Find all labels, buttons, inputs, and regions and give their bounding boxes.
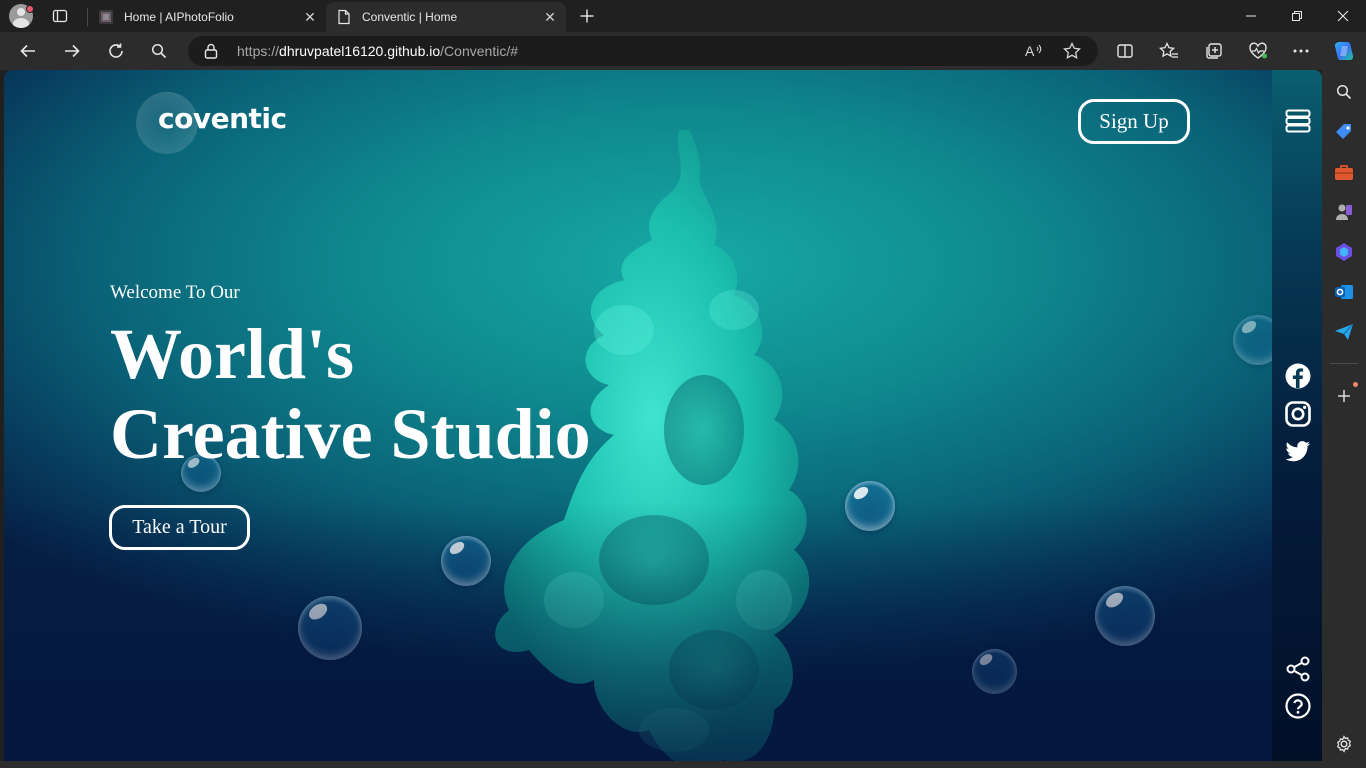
headline-line-2: Creative Studio (110, 394, 591, 474)
bubble (845, 481, 895, 531)
tab-actions-icon[interactable] (47, 4, 73, 28)
tab-conventic[interactable]: Conventic | Home ✕ (326, 2, 566, 32)
sidebar-separator (1330, 363, 1358, 364)
outlook-icon[interactable] (1332, 280, 1356, 304)
tab-title: Conventic | Home (362, 10, 458, 24)
page-favicon-icon (336, 9, 352, 25)
copilot-icon[interactable] (1328, 36, 1360, 66)
browser-toolbar: https://dhruvpatel16120.github.io/Conven… (0, 32, 1366, 70)
refresh-icon[interactable] (100, 36, 132, 66)
new-tab-icon[interactable] (574, 4, 600, 28)
hero-headline: World's Creative Studio (110, 314, 591, 474)
add-icon[interactable] (1332, 384, 1356, 408)
more-options-icon[interactable] (1285, 36, 1317, 66)
bubble (1095, 586, 1155, 646)
hero-welcome-text: Welcome To Our (110, 282, 240, 303)
window-bottom-edge (0, 761, 1322, 768)
menu-icon[interactable] (1284, 107, 1312, 135)
shopping-tag-icon[interactable] (1332, 120, 1356, 144)
aiphotofolio-favicon-icon (98, 9, 114, 25)
url-host: dhruvpatel16120.github.io (279, 43, 441, 59)
send-icon[interactable] (1332, 320, 1356, 344)
url-path: /Conventic/# (440, 43, 518, 59)
back-icon[interactable] (12, 36, 44, 66)
search-icon[interactable] (143, 36, 175, 66)
notification-dot (1353, 382, 1358, 387)
url-scheme: https:// (237, 43, 280, 59)
read-aloud-icon[interactable]: A (1020, 40, 1048, 62)
page-viewport[interactable]: coventic Sign Up Welcome To Our World's … (4, 70, 1322, 761)
browser-essentials-icon[interactable] (1242, 36, 1274, 66)
tab-aiphotofolio[interactable]: Home | AIPhotoFolio ✕ (88, 2, 326, 32)
instagram-icon[interactable] (1284, 400, 1312, 428)
search-icon[interactable] (1332, 80, 1356, 104)
collections-icon[interactable] (1198, 36, 1230, 66)
tools-icon[interactable] (1332, 160, 1356, 184)
site-logo[interactable]: coventic (158, 102, 287, 135)
bubble (441, 536, 491, 586)
close-tab-icon[interactable]: ✕ (538, 5, 562, 29)
settings-icon[interactable] (1332, 732, 1356, 756)
bubble (972, 649, 1017, 694)
notification-dot (26, 5, 34, 13)
lock-icon[interactable] (204, 43, 218, 64)
close-window-icon[interactable] (1320, 0, 1366, 32)
games-icon[interactable] (1332, 200, 1356, 224)
edge-sidebar (1322, 70, 1366, 768)
browser-title-bar: Home | AIPhotoFolio ✕ Conventic | Home ✕ (0, 0, 1366, 32)
favorite-star-icon[interactable] (1058, 40, 1086, 62)
address-bar[interactable]: https://dhruvpatel16120.github.io/Conven… (188, 36, 1098, 66)
minimize-icon[interactable] (1228, 0, 1274, 32)
take-a-tour-button[interactable]: Take a Tour (109, 505, 250, 550)
svg-text:A: A (1025, 43, 1035, 59)
bubble (298, 596, 362, 660)
split-screen-icon[interactable] (1109, 36, 1141, 66)
close-tab-icon[interactable]: ✕ (298, 5, 322, 29)
twitter-icon[interactable] (1284, 438, 1312, 466)
help-icon[interactable] (1284, 692, 1312, 720)
url-text: https://dhruvpatel16120.github.io/Conven… (237, 43, 518, 59)
tab-title: Home | AIPhotoFolio (124, 10, 234, 24)
share-icon[interactable] (1284, 655, 1312, 683)
facebook-icon[interactable] (1284, 362, 1312, 390)
social-rail (1272, 70, 1322, 761)
sign-up-button[interactable]: Sign Up (1078, 99, 1190, 144)
restore-icon[interactable] (1274, 0, 1320, 32)
headline-line-1: World's (110, 314, 355, 394)
copilot-app-icon[interactable] (1332, 240, 1356, 264)
favorites-icon[interactable] (1153, 36, 1185, 66)
forward-icon[interactable] (56, 36, 88, 66)
